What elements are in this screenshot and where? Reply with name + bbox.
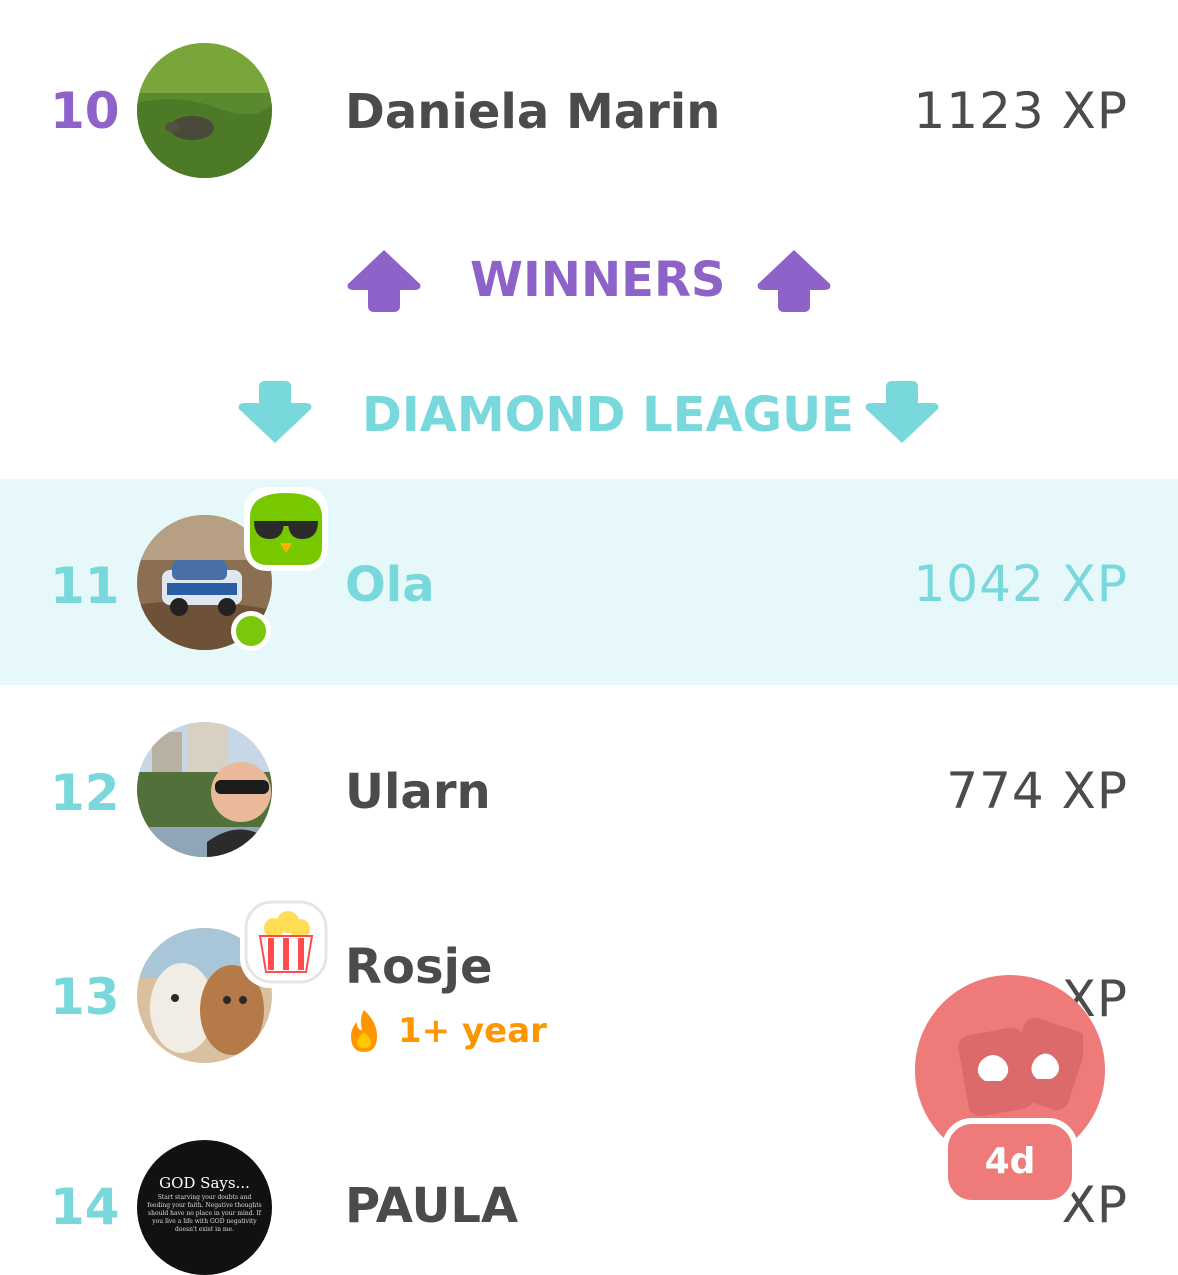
rank-number: 10 xyxy=(50,82,120,140)
quest-timer-badge: 4d xyxy=(942,1118,1078,1206)
fire-icon xyxy=(351,1010,377,1052)
rank-number: 14 xyxy=(50,1178,120,1236)
user-name: Ola xyxy=(345,557,435,613)
user-name: Rosje xyxy=(345,939,493,995)
arrow-up-icon xyxy=(347,250,421,312)
xp-value: 774 XP xyxy=(946,762,1128,820)
xp-value: 1123 XP xyxy=(913,82,1128,140)
avatar[interactable] xyxy=(137,722,272,857)
popcorn-icon xyxy=(240,896,332,988)
friends-quest-icon xyxy=(958,1017,1083,1117)
rank-number: 11 xyxy=(50,557,120,615)
avatar-quote-title: GOD Says... xyxy=(159,1174,250,1192)
user-name: Daniela Marin xyxy=(345,84,721,140)
avatar-quote-body: Start starving your doubts and feeding y… xyxy=(147,1194,262,1233)
online-status-dot xyxy=(231,611,271,651)
leaderboard-row-11-current-user[interactable]: 11 Ola 1042 XP xyxy=(0,479,1178,685)
avatar[interactable] xyxy=(137,43,272,178)
streak-label: 1+ year xyxy=(398,1011,547,1051)
demotion-zone-label: DIAMOND LEAGUE xyxy=(362,387,854,443)
user-name: PAULA xyxy=(345,1178,519,1234)
arrow-up-icon xyxy=(757,250,831,312)
arrow-down-icon xyxy=(865,381,939,443)
leaderboard-row-10[interactable]: 10 Daniela Marin 1123 XP xyxy=(0,0,1178,220)
user-name: Ularn xyxy=(345,764,491,820)
arrow-down-icon xyxy=(238,381,312,443)
rank-number: 12 xyxy=(50,764,120,822)
demotion-zone-divider: DIAMOND LEAGUE xyxy=(0,375,1178,455)
promotion-zone-label: WINNERS xyxy=(470,252,726,308)
leaderboard-row-12[interactable]: 12 Ularn 774 XP xyxy=(0,700,1178,885)
promotion-zone-divider: WINNERS xyxy=(0,240,1178,320)
xp-value: 1042 XP xyxy=(913,555,1128,613)
sunglasses-owl-icon xyxy=(244,487,328,571)
avatar[interactable]: GOD Says... Start starving your doubts a… xyxy=(137,1140,272,1275)
rank-number: 13 xyxy=(50,968,120,1026)
